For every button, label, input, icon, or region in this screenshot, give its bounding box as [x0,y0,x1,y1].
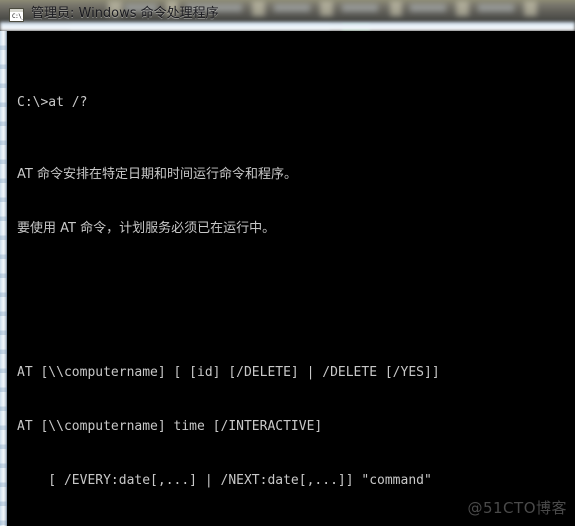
screen-root: C:\_ 管理员: Windows 命令处理程序 C:\>at /? AT 命令… [0,0,575,526]
window-title-bar[interactable]: C:\_ 管理员: Windows 命令处理程序 [0,0,575,31]
syntax-line-1: AT [\\computername] [ [id] [/DELETE] | /… [17,365,440,380]
site-watermark: @51CTO博客 [467,499,567,517]
syntax-line-2: AT [\\computername] time [/INTERACTIVE] [17,419,323,434]
intro-line-1: AT 命令安排在特定日期和时间运行命令和程序。 [17,167,297,182]
intro-line-2: 要使用 AT 命令，计划服务必须已在运行中。 [17,221,276,236]
taskbar-bottom-glow [0,22,575,31]
console-text-buffer: C:\>at /? AT 命令安排在特定日期和时间运行命令和程序。 要使用 AT… [7,31,575,526]
command-prompt-line: C:\>at /? [17,95,88,110]
console-client-area[interactable]: C:\>at /? AT 命令安排在特定日期和时间运行命令和程序。 要使用 AT… [7,31,575,526]
window-left-edge [0,31,7,526]
cmd-console-icon: C:\_ [9,8,24,22]
syntax-line-3: [ /EVERY:date[,...] | /NEXT:date[,...]] … [17,473,432,488]
cmd-console-icon-glyph: C:\_ [12,13,24,20]
window-title-text: 管理员: Windows 命令处理程序 [31,6,219,21]
